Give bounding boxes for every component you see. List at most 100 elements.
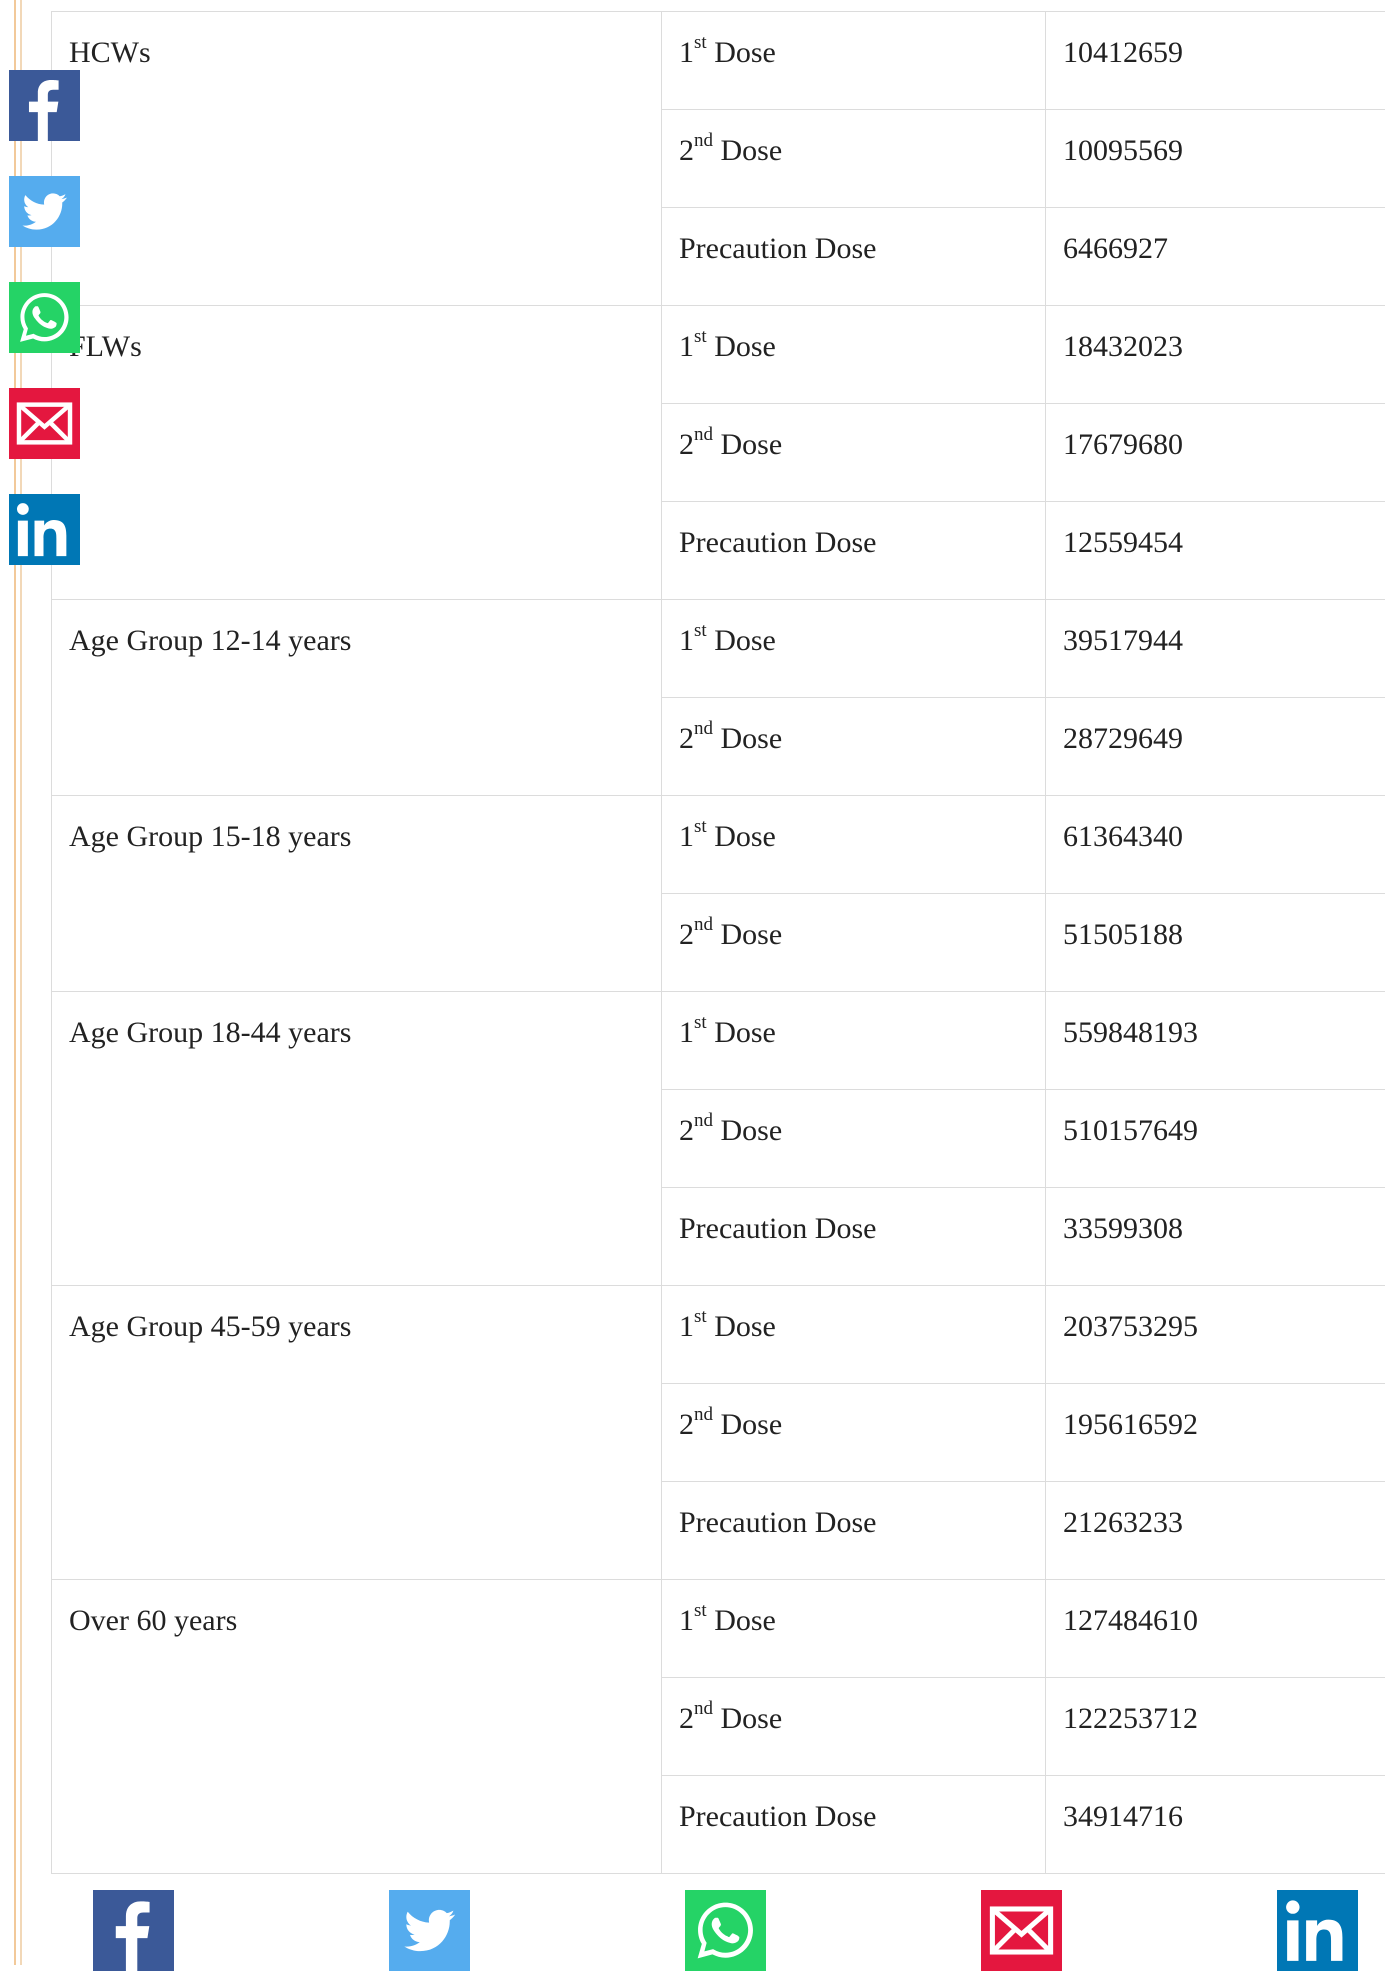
group-name: Age Group 15-18 years bbox=[69, 820, 351, 853]
dose-count: 17679680 bbox=[1063, 428, 1183, 461]
dose-ordinal: 1 bbox=[679, 330, 694, 363]
dose-ordinal-suffix: st bbox=[694, 1012, 707, 1033]
dose-cell: 2nd Dose bbox=[662, 1090, 1046, 1188]
dose-count-cell: 12559454 bbox=[1046, 502, 1385, 600]
dose-count: 195616592 bbox=[1063, 1408, 1198, 1441]
bottom-share-bar bbox=[0, 1890, 1385, 1965]
dose-ordinal-suffix: st bbox=[694, 32, 707, 53]
table-row: Age Group 12-14 years 1st Dose39517944 bbox=[52, 600, 1385, 698]
linkedin-share-button[interactable] bbox=[1277, 1890, 1358, 1971]
whatsapp-share-button[interactable] bbox=[685, 1890, 766, 1971]
dose-count-cell: 10412659 bbox=[1046, 12, 1385, 110]
facebook-icon bbox=[93, 1890, 174, 1971]
twitter-share-button[interactable] bbox=[389, 1890, 470, 1971]
dose-cell: 2nd Dose bbox=[662, 698, 1046, 796]
linkedin-share-button[interactable] bbox=[9, 494, 80, 565]
dose-label: Dose bbox=[721, 134, 783, 167]
dose-count-cell: 21263233 bbox=[1046, 1482, 1385, 1580]
table-row: Over 60 years1st Dose127484610 bbox=[52, 1580, 1385, 1678]
dose-count: 61364340 bbox=[1063, 820, 1183, 853]
dose-label: Dose bbox=[721, 1408, 783, 1441]
dose-count: 28729649 bbox=[1063, 722, 1183, 755]
dose-count-cell: 28729649 bbox=[1046, 698, 1385, 796]
dose-count-cell: 127484610 bbox=[1046, 1580, 1385, 1678]
dose-ordinal: 2 bbox=[679, 722, 694, 755]
dose-count-cell: 61364340 bbox=[1046, 796, 1385, 894]
dose-label: Dose bbox=[721, 722, 783, 755]
facebook-share-button[interactable] bbox=[9, 70, 80, 141]
group-name-cell: Age Group 45-59 years bbox=[52, 1286, 662, 1580]
dose-count: 18432023 bbox=[1063, 330, 1183, 363]
dose-count: 6466927 bbox=[1063, 232, 1168, 265]
facebook-share-button[interactable] bbox=[93, 1890, 174, 1971]
facebook-icon bbox=[9, 70, 80, 141]
dose-ordinal: 1 bbox=[679, 36, 694, 69]
group-name-cell: Age Group 12-14 years bbox=[52, 600, 662, 796]
dose-count: 51505188 bbox=[1063, 918, 1183, 951]
group-name-cell: FLWs bbox=[52, 306, 662, 600]
table-row: Age Group 15-18 years1st Dose61364340 bbox=[52, 796, 1385, 894]
dose-count: 33599308 bbox=[1063, 1212, 1183, 1245]
dose-cell: Precaution Dose bbox=[662, 1776, 1046, 1874]
email-share-button[interactable] bbox=[981, 1890, 1062, 1971]
dose-ordinal-suffix: st bbox=[694, 1600, 707, 1621]
dose-label: Precaution Dose bbox=[679, 1212, 876, 1245]
dose-count: 122253712 bbox=[1063, 1702, 1198, 1735]
dose-ordinal-suffix: nd bbox=[694, 914, 713, 935]
group-name: Age Group 12-14 years bbox=[69, 624, 351, 657]
dose-cell: Precaution Dose bbox=[662, 208, 1046, 306]
dose-ordinal: 1 bbox=[679, 1016, 694, 1049]
dose-label: Precaution Dose bbox=[679, 232, 876, 265]
dose-cell: Precaution Dose bbox=[662, 1482, 1046, 1580]
dose-count-cell: 122253712 bbox=[1046, 1678, 1385, 1776]
dose-count-cell: 39517944 bbox=[1046, 600, 1385, 698]
dose-ordinal-suffix: st bbox=[694, 620, 707, 641]
dose-cell: 1st Dose bbox=[662, 306, 1046, 404]
table-row: HCWs1st Dose10412659 bbox=[52, 12, 1385, 110]
dose-count-cell: 10095569 bbox=[1046, 110, 1385, 208]
dose-ordinal: 2 bbox=[679, 428, 694, 461]
dose-cell: 2nd Dose bbox=[662, 1678, 1046, 1776]
twitter-share-button[interactable] bbox=[9, 176, 80, 247]
whatsapp-icon bbox=[685, 1890, 766, 1971]
dose-ordinal-suffix: nd bbox=[694, 718, 713, 739]
dose-count-cell: 203753295 bbox=[1046, 1286, 1385, 1384]
dose-cell: Precaution Dose bbox=[662, 1188, 1046, 1286]
dose-ordinal-suffix: st bbox=[694, 1306, 707, 1327]
dose-ordinal-suffix: nd bbox=[694, 130, 713, 151]
group-name-cell: Over 60 years bbox=[52, 1580, 662, 1874]
dose-label: Dose bbox=[721, 1702, 783, 1735]
whatsapp-share-button[interactable] bbox=[9, 282, 80, 353]
group-name-cell: Age Group 18-44 years bbox=[52, 992, 662, 1286]
dose-count: 510157649 bbox=[1063, 1114, 1198, 1147]
twitter-icon bbox=[389, 1890, 470, 1971]
dose-count-cell: 34914716 bbox=[1046, 1776, 1385, 1874]
dose-cell: 1st Dose bbox=[662, 600, 1046, 698]
email-share-button[interactable] bbox=[9, 388, 80, 459]
dose-cell: 2nd Dose bbox=[662, 1384, 1046, 1482]
table-row: Age Group 45-59 years1st Dose203753295 bbox=[52, 1286, 1385, 1384]
dose-ordinal: 1 bbox=[679, 624, 694, 657]
dose-label: Precaution Dose bbox=[679, 526, 876, 559]
whatsapp-icon bbox=[9, 282, 80, 353]
dose-ordinal-suffix: st bbox=[694, 326, 707, 347]
table-row: FLWs1st Dose18432023 bbox=[52, 306, 1385, 404]
dose-ordinal-suffix: st bbox=[694, 816, 707, 837]
dose-count: 12559454 bbox=[1063, 526, 1183, 559]
dose-count: 34914716 bbox=[1063, 1800, 1183, 1833]
dose-label: Dose bbox=[721, 918, 783, 951]
dose-label: Dose bbox=[721, 428, 783, 461]
dose-count-cell: 559848193 bbox=[1046, 992, 1385, 1090]
group-name: Over 60 years bbox=[69, 1604, 237, 1637]
dose-label: Precaution Dose bbox=[679, 1506, 876, 1539]
dose-ordinal: 1 bbox=[679, 820, 694, 853]
dose-cell: 1st Dose bbox=[662, 992, 1046, 1090]
dose-count-cell: 6466927 bbox=[1046, 208, 1385, 306]
dose-cell: 2nd Dose bbox=[662, 110, 1046, 208]
dose-count-cell: 195616592 bbox=[1046, 1384, 1385, 1482]
dose-ordinal: 2 bbox=[679, 1114, 694, 1147]
group-name-cell: HCWs bbox=[52, 12, 662, 306]
dose-ordinal: 2 bbox=[679, 1702, 694, 1735]
dose-cell: 1st Dose bbox=[662, 1286, 1046, 1384]
email-icon bbox=[9, 388, 80, 459]
